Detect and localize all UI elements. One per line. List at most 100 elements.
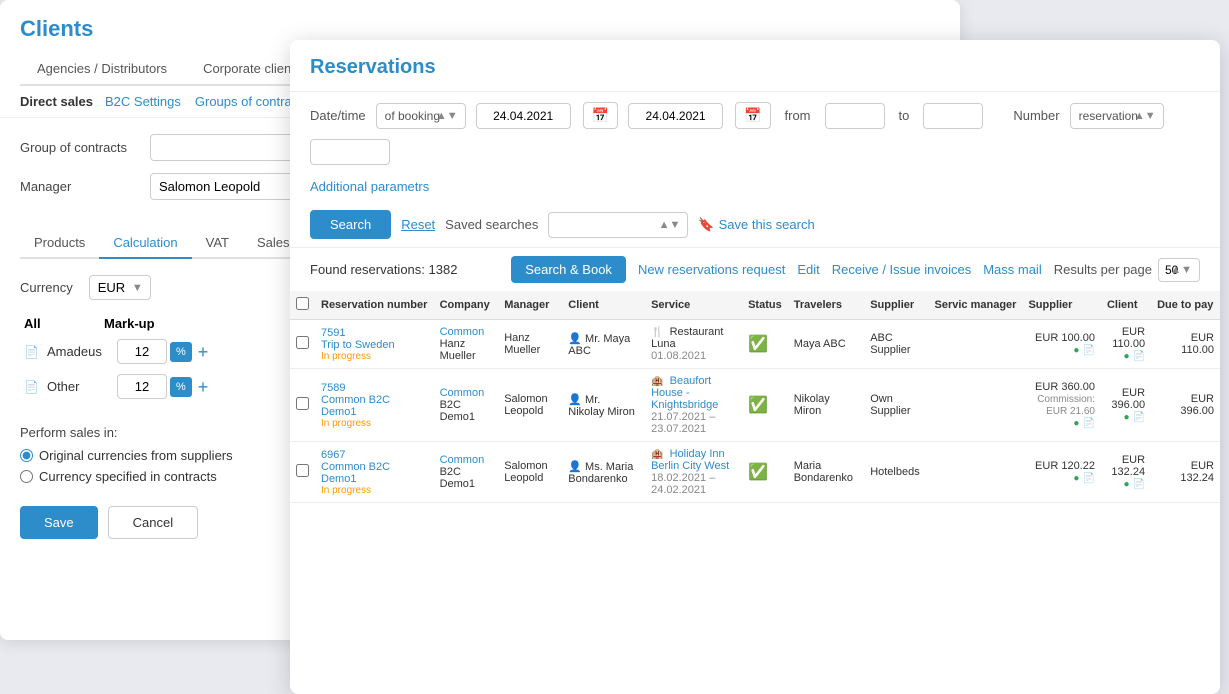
col-all-header: All <box>24 316 104 331</box>
th-supplier-amt: Supplier <box>1022 291 1101 320</box>
supplier-name-cell-2: Own Supplier <box>864 369 928 442</box>
calendar-from-button[interactable]: 📅 <box>583 102 618 129</box>
res-num-6967[interactable]: 6967 <box>321 449 428 461</box>
res-trip-link[interactable]: Trip to Sweden <box>321 339 428 351</box>
res-b2c-link-1[interactable]: Common B2C Demo1 <box>321 394 428 418</box>
edit-link[interactable]: Edit <box>797 262 819 277</box>
row-checkbox-3[interactable] <box>296 464 309 477</box>
company-b2c-1: B2C Demo1 <box>440 399 493 423</box>
from-label: from <box>785 108 811 123</box>
row-checkbox-2[interactable] <box>296 397 309 410</box>
reservation-type-select[interactable]: reservation <box>1070 103 1164 129</box>
new-reservations-link[interactable]: New reservations request <box>638 262 785 277</box>
service-cell-3: 🏨 Holiday Inn Berlin City West 18.02.202… <box>645 442 742 503</box>
manager-select[interactable]: Salomon Leopold <box>150 173 310 200</box>
group-contracts-select[interactable] <box>150 134 310 161</box>
radio-contracts-input[interactable] <box>20 470 33 483</box>
res-num-cell-1: 7591 Trip to Sweden In progress <box>315 320 434 369</box>
green-dot-2: ● <box>1073 418 1079 429</box>
range-to-input[interactable] <box>923 103 983 129</box>
due-cell-1: EUR 110.00 <box>1151 320 1220 369</box>
th-res-number: Reservation number <box>315 291 434 320</box>
status-ok-icon-2: ✅ <box>748 397 768 414</box>
found-count: Found reservations: 1382 <box>310 262 457 277</box>
amadeus-pct-button[interactable]: % <box>170 342 192 362</box>
service-cell-1: 🍴 Restaurant Luna01.08.2021 <box>645 320 742 369</box>
amadeus-add-button[interactable]: + <box>198 343 209 361</box>
table-row: 6967 Common B2C Demo1 In progress Common… <box>290 442 1220 503</box>
th-checkbox <box>290 291 315 320</box>
manager-cell-1: Hanz Mueller <box>498 320 562 369</box>
res-num-7591[interactable]: 7591 <box>321 327 428 339</box>
date-to-input[interactable] <box>628 103 723 129</box>
other-add-button[interactable]: + <box>198 378 209 396</box>
mass-mail-link[interactable]: Mass mail <box>983 262 1042 277</box>
res-num-cell-3: 6967 Common B2C Demo1 In progress <box>315 442 434 503</box>
booking-type-select[interactable]: of booking <box>376 103 466 129</box>
search-button[interactable]: Search <box>310 210 391 239</box>
status-ok-icon-3: ✅ <box>748 464 768 481</box>
hotel-icon-2: 🏨 <box>651 449 663 460</box>
reservations-table: Reservation number Company Manager Clien… <box>290 291 1220 503</box>
radio-original-input[interactable] <box>20 449 33 462</box>
other-pct-button[interactable]: % <box>170 377 192 397</box>
th-client: Client <box>562 291 645 320</box>
res-status-2: In progress <box>321 418 428 429</box>
tab-agencies-distributors[interactable]: Agencies / Distributors <box>20 52 184 84</box>
date-from-input[interactable] <box>476 103 571 129</box>
manager-cell-2: Salomon Leopold <box>498 369 562 442</box>
travelers-cell-2: Nikolay Miron <box>788 369 864 442</box>
serv-manager-cell-3 <box>929 442 1023 503</box>
direct-sales-label: Direct sales <box>20 94 93 109</box>
travelers-cell-1: Maya ABC <box>788 320 864 369</box>
amadeus-markup-input[interactable] <box>117 339 167 364</box>
row-checkbox-cell <box>290 320 315 369</box>
currency-select[interactable]: EUR <box>89 275 151 300</box>
th-travelers: Travelers <box>788 291 864 320</box>
subnav-b2c-settings[interactable]: B2C Settings <box>105 94 181 109</box>
status-cell-1: ✅ <box>742 320 788 369</box>
client-cell-1: 👤 Mr. Maya ABC <box>562 320 645 369</box>
th-manager: Manager <box>498 291 562 320</box>
res-status-3: In progress <box>321 485 428 496</box>
save-button[interactable]: Save <box>20 506 98 539</box>
reservation-number-input[interactable] <box>310 139 390 165</box>
res-num-7589[interactable]: 7589 <box>321 382 428 394</box>
th-supplier: Supplier <box>864 291 928 320</box>
reset-button[interactable]: Reset <box>401 217 435 232</box>
client-cell-3: 👤 Ms. Maria Bondarenko <box>562 442 645 503</box>
supplier-name-cell-3: Hotelbeds <box>864 442 928 503</box>
additional-params-link[interactable]: Additional parametrs <box>310 179 429 194</box>
other-markup-input[interactable] <box>117 374 167 399</box>
tab-vat[interactable]: VAT <box>192 228 243 259</box>
serv-manager-cell-2 <box>929 369 1023 442</box>
saved-searches-select[interactable] <box>548 212 688 238</box>
doc-icon-3: 📄 <box>1083 473 1095 484</box>
calendar-to-button[interactable]: 📅 <box>735 102 770 129</box>
company-common-3[interactable]: Common <box>440 454 493 466</box>
saved-searches-label: Saved searches <box>445 217 538 232</box>
commission-text: Commission: EUR 21.60 <box>1037 394 1095 417</box>
cancel-button[interactable]: Cancel <box>108 506 198 539</box>
res-b2c-link-2[interactable]: Common B2C Demo1 <box>321 461 428 485</box>
per-page-select[interactable]: 50 <box>1158 258 1200 282</box>
row-checkbox-1[interactable] <box>296 336 309 349</box>
supplier-amt-cell-3: EUR 120.22 ● 📄 <box>1022 442 1101 503</box>
doc-icon-c1: 📄 <box>1133 351 1145 362</box>
select-all-checkbox[interactable] <box>296 297 309 310</box>
company-common-1[interactable]: Common <box>440 326 493 338</box>
status-cell-2: ✅ <box>742 369 788 442</box>
reservations-title: Reservations <box>310 56 1200 79</box>
tab-calculation[interactable]: Calculation <box>99 228 191 259</box>
receive-issue-link[interactable]: Receive / Issue invoices <box>832 262 971 277</box>
company-cell-2: Common B2C Demo1 <box>434 369 499 442</box>
save-search-button[interactable]: 🔖 Save this search <box>698 217 814 233</box>
supplier-name-cell-1: ABC Supplier <box>864 320 928 369</box>
range-from-input[interactable] <box>825 103 885 129</box>
tab-products[interactable]: Products <box>20 228 99 259</box>
company-common-2[interactable]: Common <box>440 387 493 399</box>
th-serv-manager: Servic manager <box>929 291 1023 320</box>
doc-icon-c2: 📄 <box>1133 412 1145 423</box>
search-book-button[interactable]: Search & Book <box>511 256 626 283</box>
green-dot-c1: ● <box>1124 351 1130 362</box>
